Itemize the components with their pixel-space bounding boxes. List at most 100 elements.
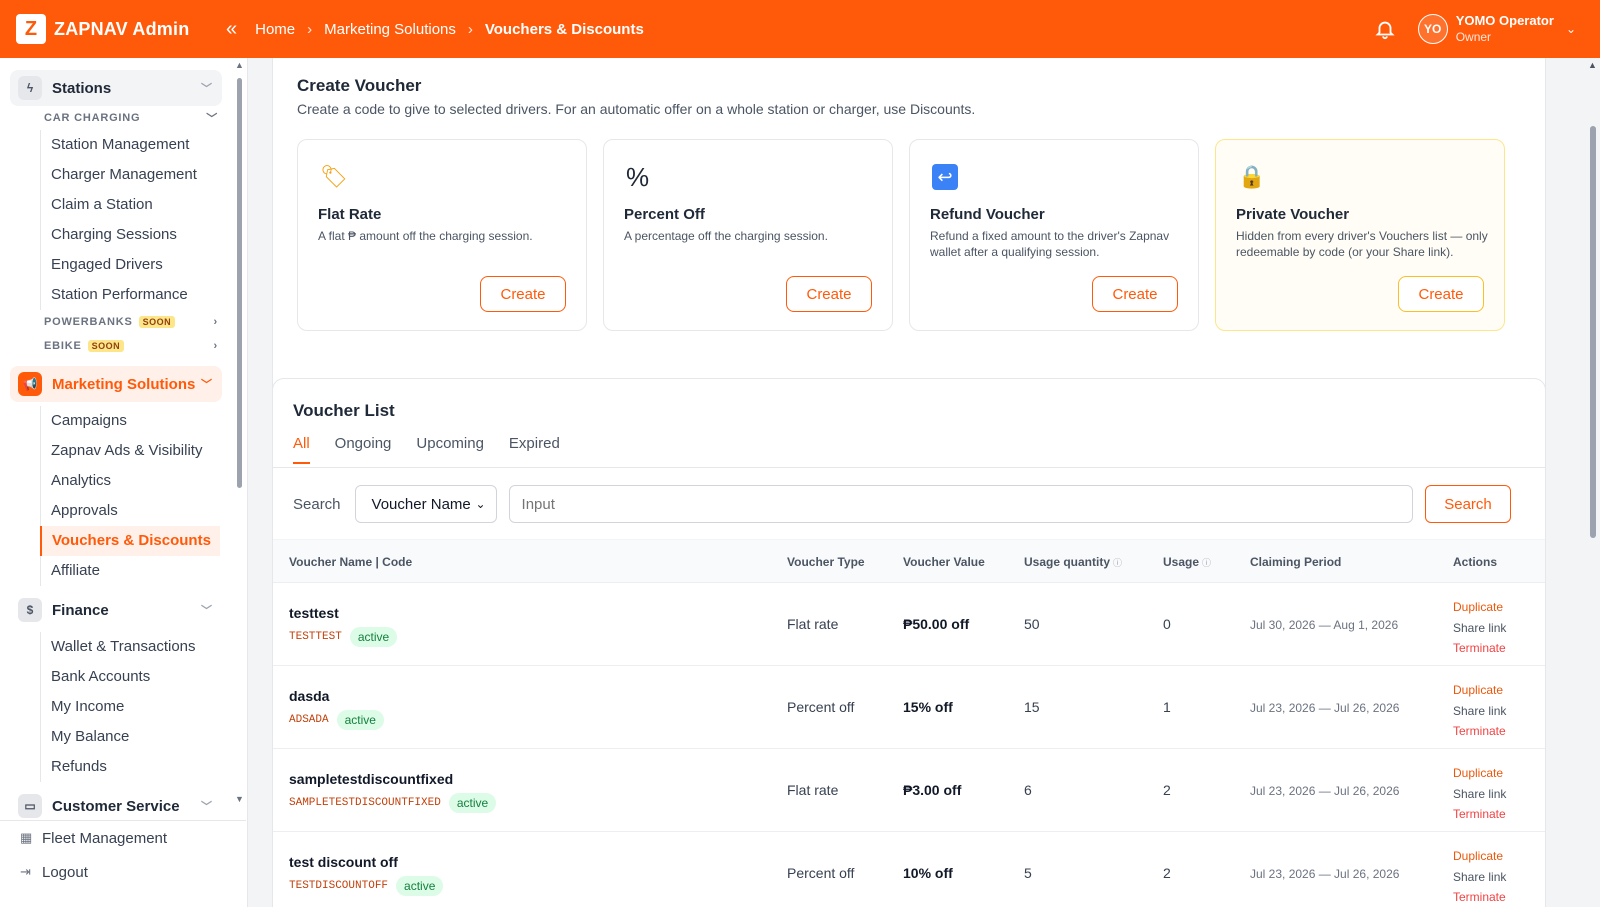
scroll-down-icon[interactable]: ▼ [235,794,244,804]
column-header: Voucher Type [787,555,865,569]
sidebar-item-vouchers-discounts[interactable]: Vouchers & Discounts [40,526,220,556]
tab-ongoing[interactable]: Ongoing [335,435,392,464]
sidebar-group-finance[interactable]: $ Finance ﹀ [10,592,222,628]
search-field-select[interactable]: Voucher Name ⌄ [354,485,497,523]
create-refund-button[interactable]: Create [1092,276,1178,312]
option-title: Private Voucher [1236,206,1350,223]
usage-quantity: 5 [1024,865,1032,881]
sidebar-group-customer-service[interactable]: ▭ Customer Service ﹀ [10,788,222,818]
sidebar-group-label: Customer Service [52,797,180,815]
main-content: Create Voucher Create a code to give to … [256,58,1582,907]
create-flat-rate-button[interactable]: Create [480,276,566,312]
voucher-option-refund: ↩ Refund Voucher Refund a fixed amount t… [909,139,1199,331]
scroll-up-icon[interactable]: ▲ [1588,60,1597,70]
main-scrollbar-thumb[interactable] [1590,126,1596,538]
voucher-option-percent-off: % Percent Off A percentage off the charg… [603,139,893,331]
share-link[interactable]: Share link [1453,618,1506,639]
user-role: Owner [1455,30,1492,44]
duplicate-link[interactable]: Duplicate [1453,846,1506,867]
table-row: dasda ADSADA active Percent off 15% off 1… [273,666,1545,749]
column-header-label: Usage quantity [1024,555,1111,569]
sidebar-scrollbar[interactable] [237,78,242,488]
sidebar-item-fleet-management[interactable]: ▦ Fleet Management [0,821,246,855]
share-link[interactable]: Share link [1453,784,1506,805]
terminate-link[interactable]: Terminate [1453,804,1506,825]
sidebar-subgroup-car-charging[interactable]: CAR CHARGING ﹀ [44,106,232,130]
dollar-coin-icon: $ [18,598,42,622]
price-tag-icon: 🏷 [320,164,348,189]
status-badge: active [448,793,497,813]
sidebar-item-affiliate[interactable]: Affiliate [41,556,220,586]
share-link[interactable]: Share link [1453,701,1506,722]
avatar[interactable]: YO [1417,14,1448,44]
usage: 2 [1163,782,1171,798]
collapse-sidebar-icon[interactable]: « [226,18,237,41]
duplicate-link[interactable]: Duplicate [1453,680,1506,701]
sidebar-item-campaigns[interactable]: Campaigns [41,406,220,436]
sidebar-item-refunds[interactable]: Refunds [41,752,220,782]
scroll-up-icon[interactable]: ▲ [235,60,244,70]
terminate-link[interactable]: Terminate [1453,887,1506,907]
sidebar-subgroup-powerbanks[interactable]: POWERBANKS SOON › [44,310,232,334]
search-row: Search Voucher Name ⌄ Search [293,485,1511,523]
search-label: Search [293,495,341,513]
chevron-down-icon: ﹀ [206,113,218,125]
sidebar-item-bank-accounts[interactable]: Bank Accounts [41,662,220,692]
sidebar-group-stations[interactable]: ϟ Stations ﹀ [10,70,222,106]
sidebar-group-marketing[interactable]: 📢 Marketing Solutions ﹀ [10,366,222,402]
top-bar: Z ZAPNAV Admin « Home › Marketing Soluti… [0,0,1600,58]
create-private-button[interactable]: Create [1398,276,1484,312]
sidebar-item-approvals[interactable]: Approvals [41,496,220,526]
station-items: Station Management Charger Management Cl… [40,130,232,310]
duplicate-link[interactable]: Duplicate [1453,597,1506,618]
sidebar-item-ads-visibility[interactable]: Zapnav Ads & Visibility [41,436,220,466]
zapnav-logo-icon: Z [16,14,46,44]
sidebar-item-charging-sessions[interactable]: Charging Sessions [41,220,220,250]
lightning-icon: ϟ [18,76,42,100]
create-voucher-card: Create Voucher Create a code to give to … [272,58,1546,413]
user-menu[interactable]: YOMO Operator Owner [1456,13,1554,45]
usage-quantity: 50 [1024,616,1040,632]
breadcrumb-home[interactable]: Home [255,21,295,38]
option-title: Percent Off [624,206,705,223]
sidebar-item-engaged-drivers[interactable]: Engaged Drivers [41,250,220,280]
terminate-link[interactable]: Terminate [1453,638,1506,659]
chevron-down-icon[interactable]: ⌄ [1566,22,1576,36]
column-header-label: Usage [1163,555,1200,569]
column-header: Voucher Value [903,555,985,569]
search-button[interactable]: Search [1425,485,1511,523]
column-header-usage: Usage ⓘ [1163,555,1211,569]
search-input[interactable] [508,485,1413,523]
info-icon[interactable]: ⓘ [1202,558,1211,568]
create-voucher-title: Create Voucher [297,76,422,95]
sidebar-item-claim-station[interactable]: Claim a Station [41,190,220,220]
usage: 2 [1163,865,1171,881]
sidebar-item-my-income[interactable]: My Income [41,692,220,722]
tab-expired[interactable]: Expired [509,435,560,464]
table-row: sampletestdiscountfixed SAMPLETESTDISCOU… [273,749,1545,832]
sidebar-item-charger-management[interactable]: Charger Management [41,160,220,190]
breadcrumb-marketing[interactable]: Marketing Solutions [324,21,456,38]
info-icon[interactable]: ⓘ [1113,558,1122,568]
column-header: Voucher Name | Code [289,555,413,569]
sidebar-item-station-management[interactable]: Station Management [41,130,220,160]
create-percent-off-button[interactable]: Create [786,276,872,312]
share-link[interactable]: Share link [1453,867,1506,888]
tab-upcoming[interactable]: Upcoming [416,435,484,464]
bell-icon[interactable] [1374,18,1396,40]
sidebar-item-station-performance[interactable]: Station Performance [41,280,220,310]
sidebar-item-wallet[interactable]: Wallet & Transactions [41,632,220,662]
option-description: Hidden from every driver's Vouchers list… [1236,229,1488,259]
sidebar-item-my-balance[interactable]: My Balance [41,722,220,752]
column-header: Claiming Period [1250,555,1342,569]
table-row: test discount off TESTDISCOUNTOFF active … [273,832,1545,907]
main-scrollbar[interactable]: ▲ [1586,58,1600,907]
terminate-link[interactable]: Terminate [1453,721,1506,742]
tab-all[interactable]: All [293,435,310,464]
voucher-value: ₱50.00 off [903,616,970,632]
sidebar-item-analytics[interactable]: Analytics [41,466,220,496]
logout-button[interactable]: ⇥ Logout [0,855,246,889]
sidebar-subgroup-ebike[interactable]: EBIKE SOON › [44,334,232,358]
app-logo[interactable]: Z ZAPNAV Admin [16,14,206,44]
duplicate-link[interactable]: Duplicate [1453,763,1506,784]
